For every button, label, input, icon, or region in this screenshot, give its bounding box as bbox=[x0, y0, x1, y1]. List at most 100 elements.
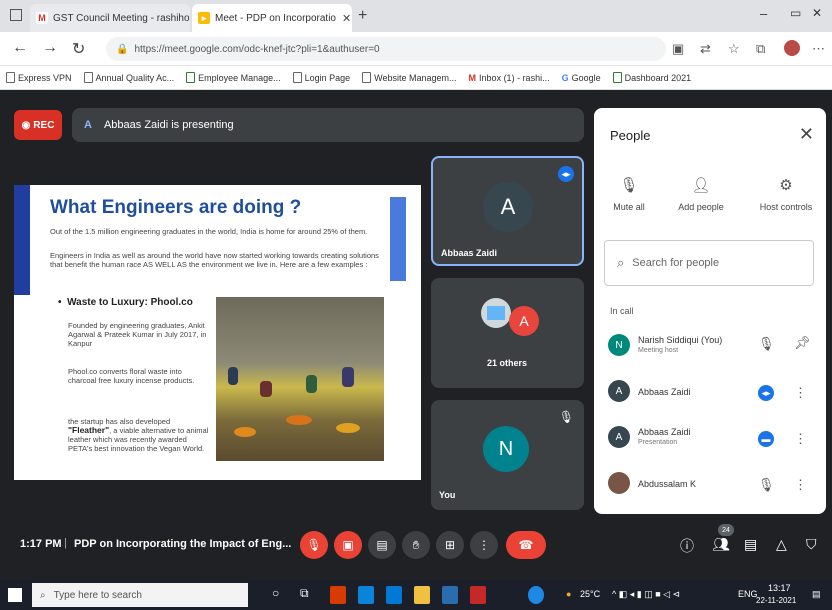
maximize-button[interactable]: ▭ bbox=[790, 6, 801, 20]
tab-label: GST Council Meeting - rashiho bbox=[53, 12, 190, 24]
favorite-icon[interactable]: ☆ bbox=[728, 41, 740, 57]
mic-off-icon[interactable]: 🎙︎ bbox=[758, 477, 775, 493]
record-icon: ◉ bbox=[21, 119, 31, 131]
participant-tile[interactable]: N 🎙︎ You bbox=[431, 400, 584, 510]
participant-row[interactable]: Abdussalam K 🎙︎ ⋮ bbox=[594, 466, 826, 506]
google-icon: G bbox=[561, 72, 569, 83]
avatar: A bbox=[608, 380, 630, 402]
tab-meet[interactable]: ▸ Meet - PDP on Incorporatio ✕ bbox=[192, 4, 352, 32]
address-bar[interactable]: 🔒 https://meet.google.com/odc-knef-jtc?p… bbox=[106, 37, 666, 61]
refresh-icon[interactable]: ↻ bbox=[72, 39, 85, 59]
page-icon bbox=[292, 72, 302, 83]
lock-icon: 🔒 bbox=[116, 43, 129, 55]
bookmark-item[interactable]: Express VPN bbox=[6, 72, 72, 83]
page-icon bbox=[6, 72, 15, 83]
slide-text: Phool.co converts floral waste into char… bbox=[68, 367, 195, 385]
participant-tile[interactable]: A ◂▸ Abbaas Zaidi bbox=[431, 156, 584, 266]
host-controls-icon[interactable]: ⛉ bbox=[806, 536, 817, 553]
tab-gmail[interactable]: M GST Council Meeting - rashiho ✕ bbox=[30, 4, 190, 32]
raise-hand-button[interactable]: ✋︎ bbox=[402, 531, 430, 559]
more-vert-icon[interactable]: ⋮ bbox=[794, 431, 807, 447]
taskbar-time[interactable]: 13:17 bbox=[768, 583, 791, 593]
bookmark-item[interactable]: Dashboard 2021 bbox=[612, 72, 691, 83]
present-button[interactable]: ⊞ bbox=[436, 531, 464, 559]
participant-name: 21 others bbox=[487, 358, 528, 368]
page-icon bbox=[83, 72, 93, 83]
windows-start-icon[interactable] bbox=[8, 588, 22, 602]
participant-tile[interactable]: A 21 others bbox=[431, 278, 584, 388]
bookmark-item[interactable]: Employee Manage... bbox=[186, 72, 281, 83]
participant-name: You bbox=[439, 490, 456, 500]
new-tab-button[interactable]: + bbox=[358, 7, 367, 25]
slide-decor-bar bbox=[14, 185, 30, 295]
forward-icon[interactable]: → bbox=[42, 39, 58, 57]
profile-avatar[interactable] bbox=[784, 40, 800, 56]
host-controls-button[interactable]: ⚙︎ Host controls bbox=[746, 176, 826, 212]
cortana-icon[interactable]: ○ bbox=[272, 586, 279, 600]
close-panel-button[interactable]: ✕ bbox=[799, 124, 814, 145]
search-people-input[interactable]: ⌕ Search for people bbox=[604, 240, 814, 286]
file-explorer-icon[interactable] bbox=[414, 586, 430, 604]
participant-row[interactable]: A Abbaas Zaidi ◂▸ ⋮ bbox=[594, 374, 826, 414]
leave-call-button[interactable]: ☎︎ bbox=[506, 531, 546, 559]
more-vert-icon[interactable]: ⋮ bbox=[794, 385, 807, 401]
mic-toggle-button[interactable]: 🎙︎ bbox=[300, 531, 328, 559]
people-panel: People ✕ 🎙︎ Mute all 👤︎ Add people ⚙︎ Ho… bbox=[594, 108, 826, 514]
participant-name: Abdussalam K bbox=[638, 479, 697, 489]
slide-text: the startup has also developed "Fleather… bbox=[68, 417, 209, 453]
translate-icon[interactable]: ⇄ bbox=[700, 41, 711, 57]
mic-off-icon[interactable]: 🎙︎ bbox=[758, 336, 775, 352]
bookmark-item[interactable]: Website Managem... bbox=[362, 72, 457, 83]
participant-row[interactable]: N Narish Siddiqui (You) Meeting host 🎙︎ … bbox=[594, 328, 826, 368]
window-menu-icon[interactable] bbox=[10, 9, 22, 21]
audio-level-icon: ◂▸ bbox=[558, 166, 574, 182]
pin-icon[interactable]: 📌︎ bbox=[794, 335, 811, 351]
bookmark-item[interactable]: Login Page bbox=[292, 72, 350, 83]
captions-icon: ▤ bbox=[376, 538, 388, 552]
camera-icon[interactable]: ▣ bbox=[672, 41, 684, 57]
language-indicator[interactable]: ENG bbox=[738, 589, 758, 599]
activities-icon[interactable]: △ bbox=[776, 536, 787, 553]
taskbar-date[interactable]: 22-11-2021 bbox=[756, 596, 796, 605]
camera-toggle-button[interactable]: ▣ bbox=[334, 531, 362, 559]
bookmarks-bar: Express VPN Annual Quality Ac... Employe… bbox=[0, 66, 832, 90]
taskbar-search-input[interactable]: ⌕ Type here to search bbox=[32, 583, 248, 607]
back-icon[interactable]: ← bbox=[12, 39, 28, 57]
close-window-button[interactable]: ✕ bbox=[812, 6, 822, 20]
more-icon[interactable]: ⋯ bbox=[812, 41, 825, 57]
page-icon bbox=[612, 72, 622, 83]
bookmark-item[interactable]: Annual Quality Ac... bbox=[83, 72, 174, 83]
add-people-button[interactable]: 👤︎ Add people bbox=[666, 176, 736, 212]
recording-badge[interactable]: ◉ REC bbox=[14, 110, 62, 140]
edge-icon[interactable] bbox=[358, 586, 374, 604]
mail-icon[interactable] bbox=[442, 586, 458, 604]
people-icon[interactable]: 👥︎ bbox=[712, 536, 730, 553]
notification-icon[interactable]: ▤ bbox=[812, 589, 821, 600]
slide-paragraph: Out of the 1.5 million engineering gradu… bbox=[50, 227, 368, 236]
more-vert-icon[interactable]: ⋮ bbox=[794, 477, 807, 493]
app-icon[interactable] bbox=[470, 586, 486, 604]
collections-icon[interactable]: ⧉ bbox=[756, 41, 765, 57]
participant-row[interactable]: A Abbaas Zaidi Presentation ▬ ⋮ bbox=[594, 420, 826, 460]
search-icon: ⌕ bbox=[617, 255, 625, 270]
search-icon: ⌕ bbox=[40, 589, 46, 601]
more-options-button[interactable]: ⋮ bbox=[470, 531, 498, 559]
office-icon[interactable] bbox=[330, 586, 346, 604]
minimize-button[interactable]: – bbox=[760, 6, 767, 21]
captions-button[interactable]: ▤ bbox=[368, 531, 396, 559]
task-view-icon[interactable]: ⧉ bbox=[300, 586, 309, 601]
tab-label: Meet - PDP on Incorporatio bbox=[215, 12, 336, 24]
app-icon[interactable] bbox=[528, 586, 544, 604]
bookmark-item[interactable]: M Inbox (1) - rashi... bbox=[469, 73, 550, 83]
windows-taskbar: ⌕ Type here to search ○ ⧉ ● 25°C ^ ◧ ◂ ▮… bbox=[0, 580, 832, 610]
chat-icon[interactable]: ▤ bbox=[744, 536, 757, 553]
system-tray-icons[interactable]: ^ ◧ ◂ ▮ ◫ ■ ◁ ⊲ bbox=[612, 589, 680, 600]
host-controls-icon: ⚙︎ bbox=[779, 177, 793, 194]
bookmark-item[interactable]: G Google bbox=[562, 73, 601, 83]
slide-photo bbox=[216, 297, 384, 461]
mute-all-button[interactable]: 🎙︎ Mute all bbox=[594, 176, 664, 212]
store-icon[interactable] bbox=[386, 586, 402, 604]
participant-name: Narish Siddiqui (You) bbox=[638, 335, 723, 345]
meeting-info-icon[interactable]: ⓘ bbox=[680, 536, 694, 556]
close-icon[interactable]: ✕ bbox=[336, 12, 351, 25]
